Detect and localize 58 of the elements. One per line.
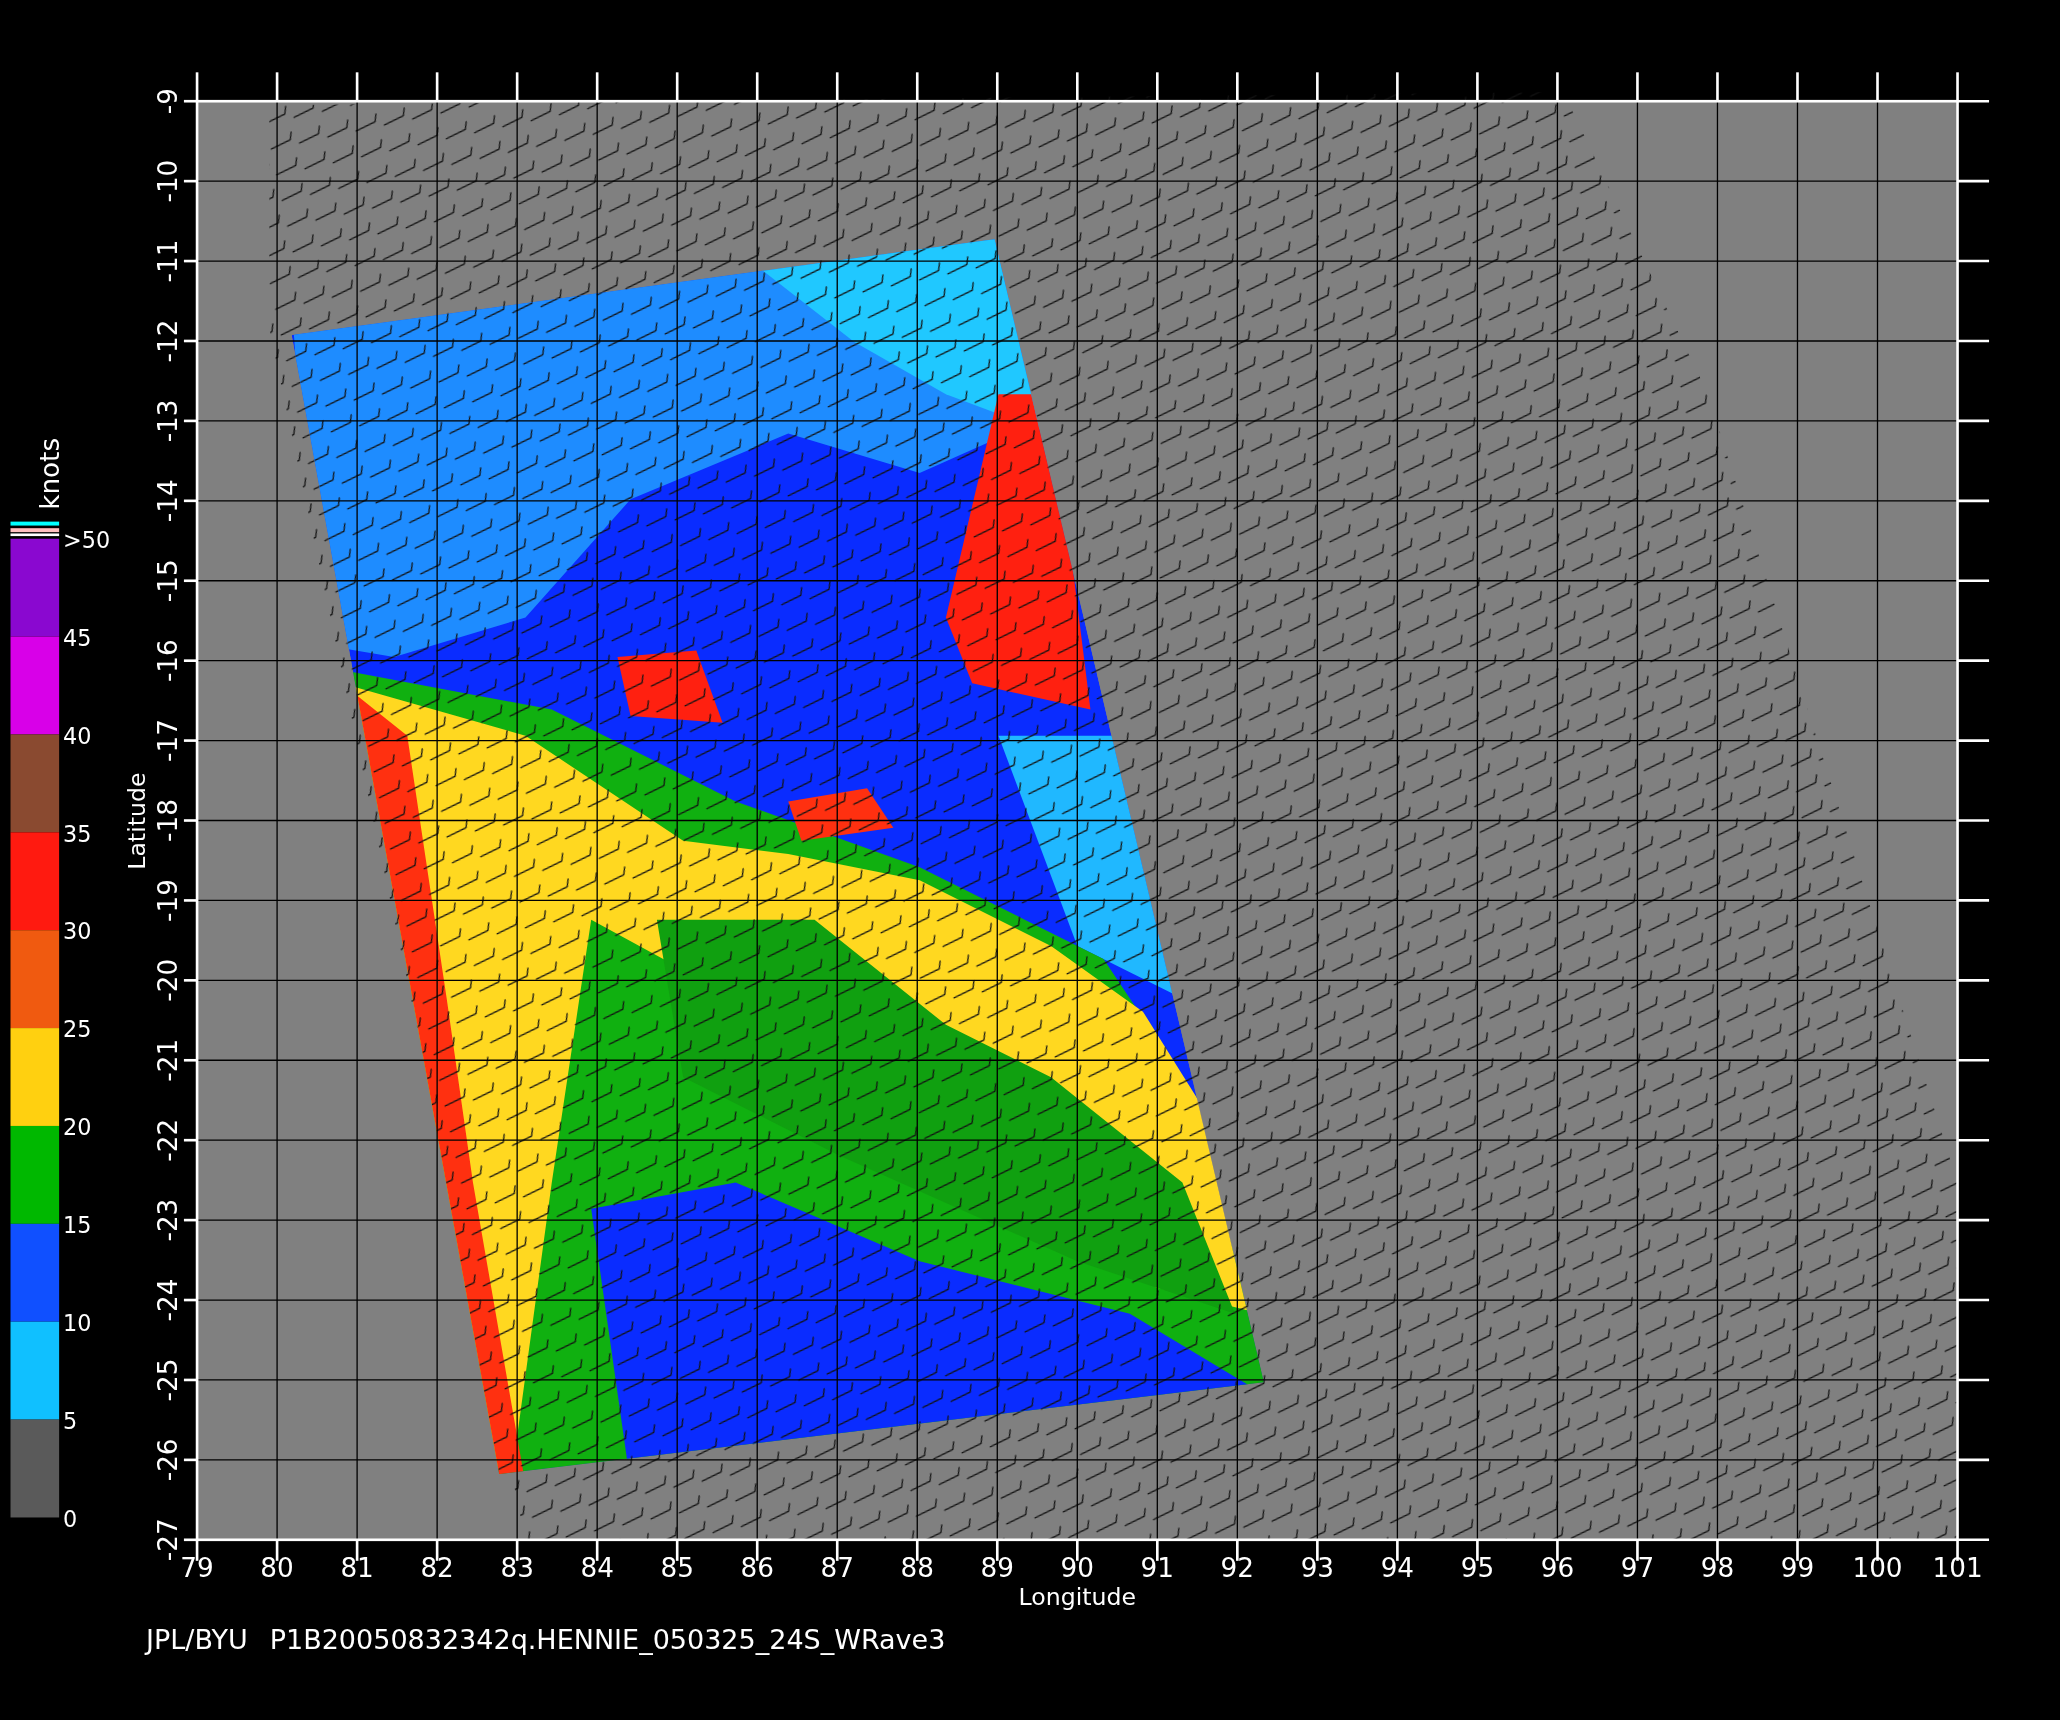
axis-title: Longitude <box>1018 1583 1137 1612</box>
tick-label: 87 <box>820 1552 854 1583</box>
legend-label: 40 <box>63 722 92 749</box>
axis-title: Latitude <box>122 772 151 870</box>
tick-label: 93 <box>1300 1552 1335 1583</box>
tick-label: 95 <box>1460 1552 1495 1583</box>
tick-label: 91 <box>1140 1552 1175 1583</box>
tick-label: 89 <box>980 1552 1014 1583</box>
tick-label: -25 <box>153 1358 184 1402</box>
tick-label: -20 <box>153 958 184 1002</box>
tick-label: 90 <box>1060 1552 1094 1583</box>
tick-label: -9 <box>153 88 184 115</box>
tick-label: -24 <box>153 1278 184 1322</box>
tick-label: 86 <box>740 1552 774 1583</box>
caption-text: JPL/BYU <box>146 1623 248 1657</box>
caption-text: P1B20050832342q.HENNIE_050325_24S_WRave3 <box>269 1623 946 1657</box>
tick-label: 100 <box>1852 1552 1903 1583</box>
tick-label: -15 <box>153 559 184 603</box>
tick-label: -13 <box>153 399 184 443</box>
tick-label: -21 <box>153 1038 184 1082</box>
legend-label: 30 <box>63 918 92 945</box>
legend-overflow-marks <box>10 521 60 537</box>
legend-label: 10 <box>63 1309 92 1336</box>
tick-label: 80 <box>260 1552 294 1583</box>
tick-label: -26 <box>153 1438 184 1482</box>
tick-label: -19 <box>153 879 184 922</box>
tick-label: 97 <box>1620 1552 1655 1583</box>
tick-label: -16 <box>153 639 184 683</box>
tick-label: 82 <box>420 1552 454 1583</box>
tick-label: 84 <box>580 1552 614 1583</box>
legend-label: 45 <box>63 624 92 651</box>
tick-label: -23 <box>153 1198 184 1242</box>
legend-title: knots <box>35 437 66 510</box>
legend-label: 35 <box>63 820 92 847</box>
tick-label: 81 <box>340 1552 374 1583</box>
legend-label: 20 <box>63 1114 92 1141</box>
tick-label: 88 <box>900 1552 934 1583</box>
tick-label: -10 <box>153 159 184 203</box>
tick-label: -12 <box>153 319 184 363</box>
tick-label: -14 <box>153 479 184 523</box>
tick-label: 85 <box>660 1552 694 1583</box>
tick-label: 98 <box>1700 1552 1735 1583</box>
tick-label: 92 <box>1220 1552 1255 1583</box>
tick-label: 99 <box>1780 1552 1815 1583</box>
tick-label: 96 <box>1540 1552 1575 1583</box>
tick-label: -11 <box>153 239 184 283</box>
tick-label: -18 <box>153 799 184 842</box>
legend-label: 25 <box>63 1016 92 1043</box>
tick-label: -22 <box>153 1118 184 1162</box>
legend-label: >50 <box>63 526 111 553</box>
legend-label: 5 <box>63 1407 78 1434</box>
tick-label: 101 <box>1932 1552 1983 1583</box>
tick-label: 94 <box>1380 1552 1415 1583</box>
legend-label: 15 <box>63 1212 92 1239</box>
tick-label: 79 <box>180 1552 214 1583</box>
tick-label: 83 <box>500 1552 534 1583</box>
legend-label: 0 <box>63 1505 78 1532</box>
tick-label: -17 <box>153 719 184 763</box>
